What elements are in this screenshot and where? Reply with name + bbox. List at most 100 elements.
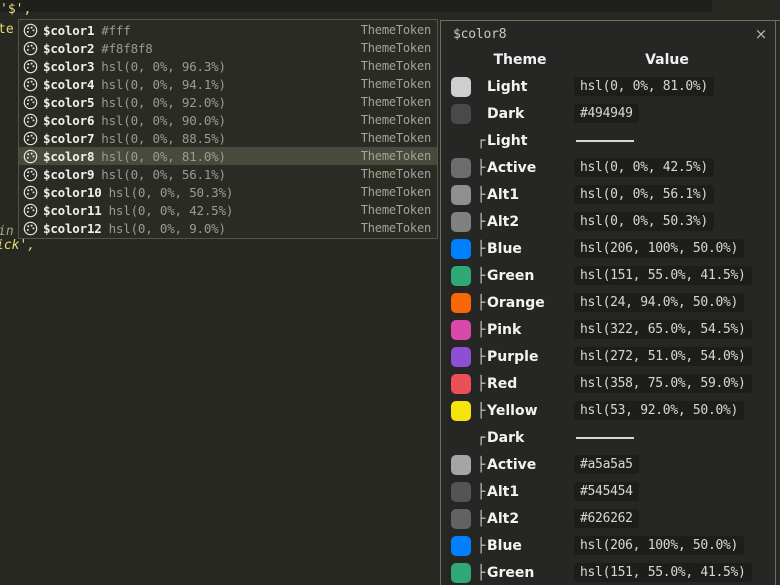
theme-row-value-cell: #545454 <box>574 482 780 501</box>
theme-row[interactable]: ├ Purple hsl(272, 51.0%, 54.0%) <box>441 343 780 370</box>
tree-branch-icon: ├ <box>477 348 486 365</box>
theme-row-value[interactable]: hsl(0, 0%, 50.3%) <box>574 212 714 231</box>
theme-row[interactable]: Light hsl(0, 0%, 81.0%) <box>441 73 780 100</box>
theme-row-value[interactable]: hsl(53, 92.0%, 50.0%) <box>574 401 745 420</box>
autocomplete-item[interactable]: $color1 #fff ThemeToken <box>19 21 437 39</box>
theme-row-label: Blue <box>487 537 522 554</box>
theme-row-value[interactable]: hsl(24, 94.0%, 50.0%) <box>574 293 745 312</box>
autocomplete-item-name: $color5 <box>43 94 95 110</box>
theme-row-value[interactable]: hsl(206, 100%, 50.0%) <box>574 239 745 258</box>
close-icon[interactable]: × <box>752 25 770 43</box>
color-swatch <box>451 265 471 286</box>
theme-rows-list: Light hsl(0, 0%, 81.0%) Dark #494949 ┌ Light ├… <box>441 73 780 585</box>
theme-token-details-panel: $color8 × Theme Value Light hsl(0, 0%, 81… <box>440 20 780 585</box>
autocomplete-item-value: hsl(0, 0%, 50.3%) <box>108 184 234 200</box>
theme-row[interactable]: ├ Green hsl(151, 55.0%, 41.5%) <box>441 262 780 289</box>
autocomplete-item-value: hsl(0, 0%, 81.0%) <box>101 148 226 164</box>
theme-row-value[interactable]: #626262 <box>574 509 639 528</box>
theme-row-value[interactable]: hsl(151, 55.0%, 41.5%) <box>574 563 752 582</box>
autocomplete-item[interactable]: $color4 hsl(0, 0%, 94.1%) ThemeToken <box>19 75 437 93</box>
theme-row-value[interactable]: hsl(322, 65.0%, 54.5%) <box>574 320 752 339</box>
theme-row[interactable]: ├ Blue hsl(206, 100%, 50.0%) <box>441 532 780 559</box>
color-swatch <box>451 319 471 340</box>
autocomplete-item[interactable]: $color6 hsl(0, 0%, 90.0%) ThemeToken <box>19 111 437 129</box>
autocomplete-popup[interactable]: $color1 #fff ThemeToken $color2 #f8f8f8 Theme… <box>18 19 438 239</box>
theme-row-value-cell: hsl(272, 51.0%, 54.0%) <box>574 347 780 366</box>
theme-row-label: Dark <box>487 105 525 122</box>
theme-row[interactable]: ├ Green hsl(151, 55.0%, 41.5%) <box>441 559 780 585</box>
color-swatch <box>451 346 471 367</box>
tree-branch-icon: ├ <box>477 456 486 473</box>
theme-row-value-cell: hsl(206, 100%, 50.0%) <box>574 536 780 555</box>
autocomplete-item[interactable]: $color9 hsl(0, 0%, 56.1%) ThemeToken <box>19 165 437 183</box>
theme-row[interactable]: ├ Alt1 hsl(0, 0%, 56.1%) <box>441 181 780 208</box>
tree-branch-icon: ├ <box>477 321 486 338</box>
theme-row-value[interactable]: #a5a5a5 <box>574 455 639 474</box>
autocomplete-item[interactable]: $color11 hsl(0, 0%, 42.5%) ThemeToken <box>19 201 437 219</box>
autocomplete-item[interactable]: $color12 hsl(0, 0%, 9.0%) ThemeToken <box>19 219 437 237</box>
theme-row-label: Red <box>487 375 518 392</box>
theme-row-value[interactable]: hsl(206, 100%, 50.0%) <box>574 536 745 555</box>
theme-row[interactable]: ├ Alt2 hsl(0, 0%, 50.3%) <box>441 208 780 235</box>
tree-branch-icon: ┌ <box>477 429 486 446</box>
theme-row[interactable]: ├ Alt1 #545454 <box>441 478 780 505</box>
theme-row-value[interactable]: hsl(0, 0%, 42.5%) <box>574 158 714 177</box>
theme-row-value[interactable]: hsl(0, 0%, 56.1%) <box>574 185 714 204</box>
theme-row-value[interactable]: hsl(272, 51.0%, 54.0%) <box>574 347 752 366</box>
autocomplete-item-value: hsl(0, 0%, 9.0%) <box>108 220 226 236</box>
theme-row-value[interactable]: hsl(151, 55.0%, 41.5%) <box>574 266 752 285</box>
color-swatch <box>451 562 471 583</box>
theme-row-label: Alt2 <box>487 213 520 230</box>
palette-icon <box>23 23 38 38</box>
theme-row-label: Active <box>487 159 537 176</box>
theme-row-value-cell: hsl(358, 75.0%, 59.0%) <box>574 374 780 393</box>
palette-icon <box>23 149 38 164</box>
autocomplete-item[interactable]: $color5 hsl(0, 0%, 92.0%) ThemeToken <box>19 93 437 111</box>
autocomplete-item[interactable]: $color10 hsl(0, 0%, 50.3%) ThemeToken <box>19 183 437 201</box>
palette-icon <box>23 113 38 128</box>
theme-row-value[interactable]: #545454 <box>574 482 639 501</box>
theme-row-value-cell: #626262 <box>574 509 780 528</box>
theme-group-header[interactable]: ┌ Dark <box>441 424 780 451</box>
color-swatch <box>451 292 471 313</box>
autocomplete-item-value: hsl(0, 0%, 90.0%) <box>101 112 226 128</box>
theme-row-value[interactable]: hsl(0, 0%, 81.0%) <box>574 77 714 96</box>
theme-row-value-cell: hsl(206, 100%, 50.0%) <box>574 239 780 258</box>
theme-row[interactable]: ├ Yellow hsl(53, 92.0%, 50.0%) <box>441 397 780 424</box>
theme-row[interactable]: ├ Orange hsl(24, 94.0%, 50.0%) <box>441 289 780 316</box>
autocomplete-item[interactable]: $color3 hsl(0, 0%, 96.3%) ThemeToken <box>19 57 437 75</box>
theme-row[interactable]: ├ Alt2 #626262 <box>441 505 780 532</box>
theme-row-value-cell: hsl(24, 94.0%, 50.0%) <box>574 293 780 312</box>
theme-row-value[interactable]: #494949 <box>574 104 639 123</box>
color-swatch <box>451 400 471 421</box>
theme-row[interactable]: Dark #494949 <box>441 100 780 127</box>
autocomplete-item-value: hsl(0, 0%, 42.5%) <box>108 202 234 218</box>
theme-row-label: Purple <box>487 348 539 365</box>
color-swatch <box>451 76 471 97</box>
code-text-left-lower: ick', <box>0 238 36 253</box>
theme-row[interactable]: ├ Pink hsl(322, 65.0%, 54.5%) <box>441 316 780 343</box>
tree-branch-icon: ├ <box>477 294 486 311</box>
palette-icon <box>23 77 38 92</box>
theme-row[interactable]: ├ Red hsl(358, 75.0%, 59.0%) <box>441 370 780 397</box>
autocomplete-item[interactable]: $color7 hsl(0, 0%, 88.5%) ThemeToken <box>19 129 437 147</box>
theme-row[interactable]: ├ Active hsl(0, 0%, 42.5%) <box>441 154 780 181</box>
palette-icon <box>23 59 38 74</box>
autocomplete-item-value: #fff <box>101 22 131 38</box>
theme-row-value-cell: hsl(0, 0%, 56.1%) <box>574 185 780 204</box>
theme-row-label: Green <box>487 267 535 284</box>
theme-row[interactable]: ├ Blue hsl(206, 100%, 50.0%) <box>441 235 780 262</box>
tree-branch-icon: ├ <box>477 186 486 203</box>
autocomplete-item[interactable]: $color8 hsl(0, 0%, 81.0%) ThemeToken <box>19 147 437 165</box>
theme-row-value-cell: hsl(0, 0%, 50.3%) <box>574 212 780 231</box>
theme-row-value-cell: hsl(0, 0%, 42.5%) <box>574 158 780 177</box>
autocomplete-item-name: $color6 <box>43 112 95 128</box>
theme-row-value[interactable]: hsl(358, 75.0%, 59.0%) <box>574 374 752 393</box>
theme-row[interactable]: ├ Active #a5a5a5 <box>441 451 780 478</box>
panel-header: $color8 × <box>441 21 780 47</box>
autocomplete-item-value: hsl(0, 0%, 56.1%) <box>101 166 226 182</box>
autocomplete-item[interactable]: $color2 #f8f8f8 ThemeToken <box>19 39 437 57</box>
autocomplete-item-kind: ThemeToken <box>360 59 431 73</box>
theme-group-header[interactable]: ┌ Light <box>441 127 780 154</box>
autocomplete-item-kind: ThemeToken <box>360 167 431 181</box>
